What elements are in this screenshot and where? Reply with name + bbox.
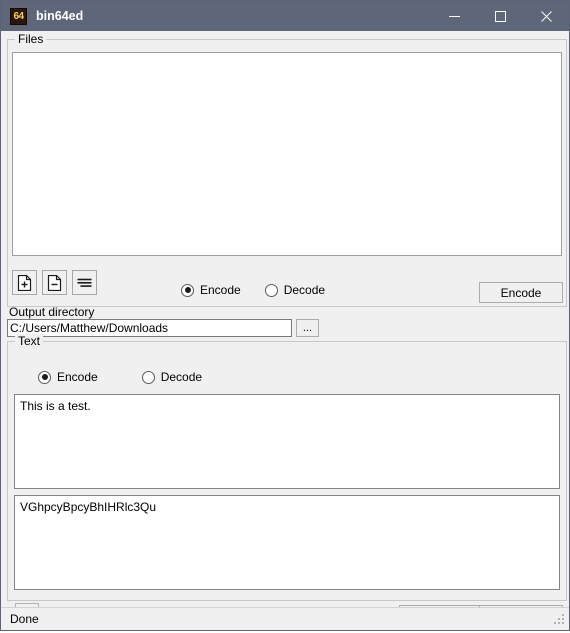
resize-grip-icon[interactable] [552, 614, 565, 627]
window-title: bin64ed [36, 9, 84, 23]
maximize-icon [494, 10, 506, 22]
files-mode-radio-group: Encode Decode [181, 283, 349, 297]
text-group: Text Encode Decode This is a test. VGhpc… [7, 334, 567, 601]
text-mode-radio-group: Encode Decode [38, 370, 226, 384]
output-directory-browse-button[interactable]: ... [296, 319, 319, 337]
radio-mark-icon [264, 283, 278, 297]
output-directory-input[interactable]: C:/Users/Matthew/Downloads [7, 319, 292, 337]
status-text: Done [10, 612, 39, 626]
file-list[interactable] [12, 52, 562, 256]
files-group: Files [7, 32, 567, 307]
files-toolbar [12, 270, 97, 295]
text-mode-encode-label: Encode [57, 370, 98, 384]
close-icon [540, 10, 552, 22]
status-bar: Done [1, 607, 569, 630]
output-directory-label: Output directory [9, 305, 95, 319]
files-encode-button[interactable]: Encode [479, 282, 563, 303]
file-plus-icon [17, 274, 32, 291]
text-group-title: Text [15, 334, 44, 348]
files-mode-decode-label: Decode [283, 283, 326, 297]
files-mode-encode-radio[interactable]: Encode [181, 283, 241, 297]
text-input-textarea[interactable]: This is a test. [14, 394, 560, 489]
radio-mark-icon [141, 370, 155, 384]
text-mode-decode-label: Decode [160, 370, 203, 384]
window-content: Files Encode Decode Encode Output direct… [1, 31, 569, 627]
maximize-button[interactable] [477, 1, 523, 31]
remove-file-button[interactable] [42, 270, 67, 295]
text-output-textarea[interactable]: VGhpcyBpcyBhIHRlc3Qu [14, 495, 560, 590]
list-lines-icon [77, 278, 92, 287]
title-bar: 64 bin64ed [1, 1, 569, 31]
minimize-icon [448, 15, 460, 17]
radio-mark-icon [181, 283, 194, 297]
files-group-title: Files [15, 32, 47, 46]
text-mode-encode-radio[interactable]: Encode [38, 370, 98, 384]
window-controls [431, 1, 569, 31]
app-icon-64: 64 [10, 7, 27, 25]
files-mode-decode-radio[interactable]: Decode [264, 283, 326, 297]
app-window: 64 bin64ed Files Encode Decode Encode Ou… [0, 0, 570, 631]
close-button[interactable] [523, 1, 569, 31]
radio-mark-icon [38, 370, 51, 384]
minimize-button[interactable] [431, 1, 477, 31]
text-mode-decode-radio[interactable]: Decode [141, 370, 203, 384]
add-file-button[interactable] [12, 270, 37, 295]
files-mode-encode-label: Encode [200, 283, 241, 297]
clear-list-button[interactable] [72, 270, 97, 295]
file-minus-icon [47, 274, 62, 291]
